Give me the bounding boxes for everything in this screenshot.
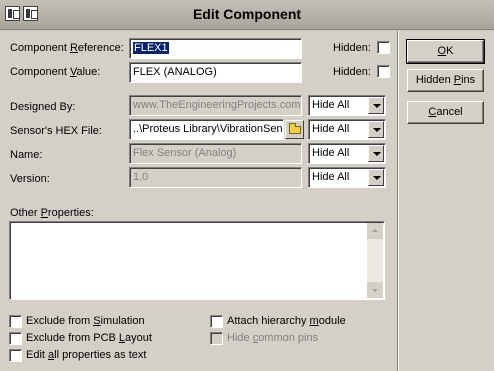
ok-button[interactable]: OK	[406, 39, 485, 64]
exclude-pcb-label: Exclude from PCB Layout	[26, 332, 152, 344]
hide-common-pins-checkbox	[210, 332, 223, 345]
chevron-down-icon[interactable]	[368, 169, 384, 186]
vertical-divider	[397, 31, 399, 371]
version-input: 1.0	[129, 167, 302, 188]
chevron-down-icon[interactable]	[368, 97, 384, 114]
component-reference-input[interactable]: FLEX1	[129, 38, 302, 59]
designed-by-input: www.TheEngineeringProjects.com	[129, 95, 302, 116]
attach-hierarchy-checkbox[interactable]	[210, 315, 223, 328]
version-visibility-select[interactable]: Hide All	[308, 167, 386, 188]
chevron-down-icon[interactable]	[368, 121, 384, 138]
scroll-down-icon[interactable]	[367, 282, 383, 298]
exclude-pcb-checkbox[interactable]	[9, 332, 22, 345]
hex-file-visibility-select[interactable]: Hide All	[308, 119, 386, 140]
other-properties-label: Other Properties:	[10, 207, 94, 219]
hide-common-pins-label: Hide common pins	[227, 332, 319, 344]
name-visibility-select[interactable]: Hide All	[308, 143, 386, 164]
component-value-label: Component Value:	[10, 66, 101, 78]
version-label: Version:	[10, 173, 50, 185]
reference-hidden-label: Hidden:	[333, 42, 371, 54]
folder-icon	[289, 123, 301, 134]
window-title: Edit Component	[192, 6, 302, 22]
exclude-simulation-checkbox[interactable]	[9, 315, 22, 328]
scroll-up-icon[interactable]	[367, 223, 383, 239]
title-bar: Edit Component	[0, 0, 494, 30]
chevron-down-icon[interactable]	[368, 145, 384, 162]
exclude-simulation-label: Exclude from Simulation	[26, 315, 145, 327]
value-hidden-checkbox[interactable]	[377, 65, 390, 78]
hidden-pins-button[interactable]: Hidden Pins	[407, 69, 484, 92]
attach-hierarchy-label: Attach hierarchy module	[227, 315, 346, 327]
designed-by-visibility-select[interactable]: Hide All	[308, 95, 386, 116]
designed-by-label: Designed By:	[10, 101, 76, 113]
value-hidden-label: Hidden:	[333, 66, 371, 78]
component-value-input[interactable]: FLEX (ANALOG)	[129, 62, 302, 83]
cancel-button[interactable]: Cancel	[407, 101, 484, 124]
name-input: Flex Sensor (Analog)	[129, 143, 302, 164]
hex-file-input[interactable]: ..\Proteus Library\VibrationSen	[129, 119, 284, 140]
other-properties-textarea[interactable]	[9, 221, 385, 300]
component-reference-label: Component Reference:	[10, 42, 124, 54]
reference-hidden-checkbox[interactable]	[377, 41, 390, 54]
hex-file-label: Sensor's HEX File:	[10, 125, 102, 137]
edit-all-properties-checkbox[interactable]	[9, 349, 22, 362]
browse-file-button[interactable]	[285, 120, 304, 139]
name-label: Name:	[10, 149, 43, 161]
vertical-scrollbar[interactable]	[367, 223, 383, 298]
edit-all-properties-label: Edit all properties as text	[26, 349, 147, 361]
